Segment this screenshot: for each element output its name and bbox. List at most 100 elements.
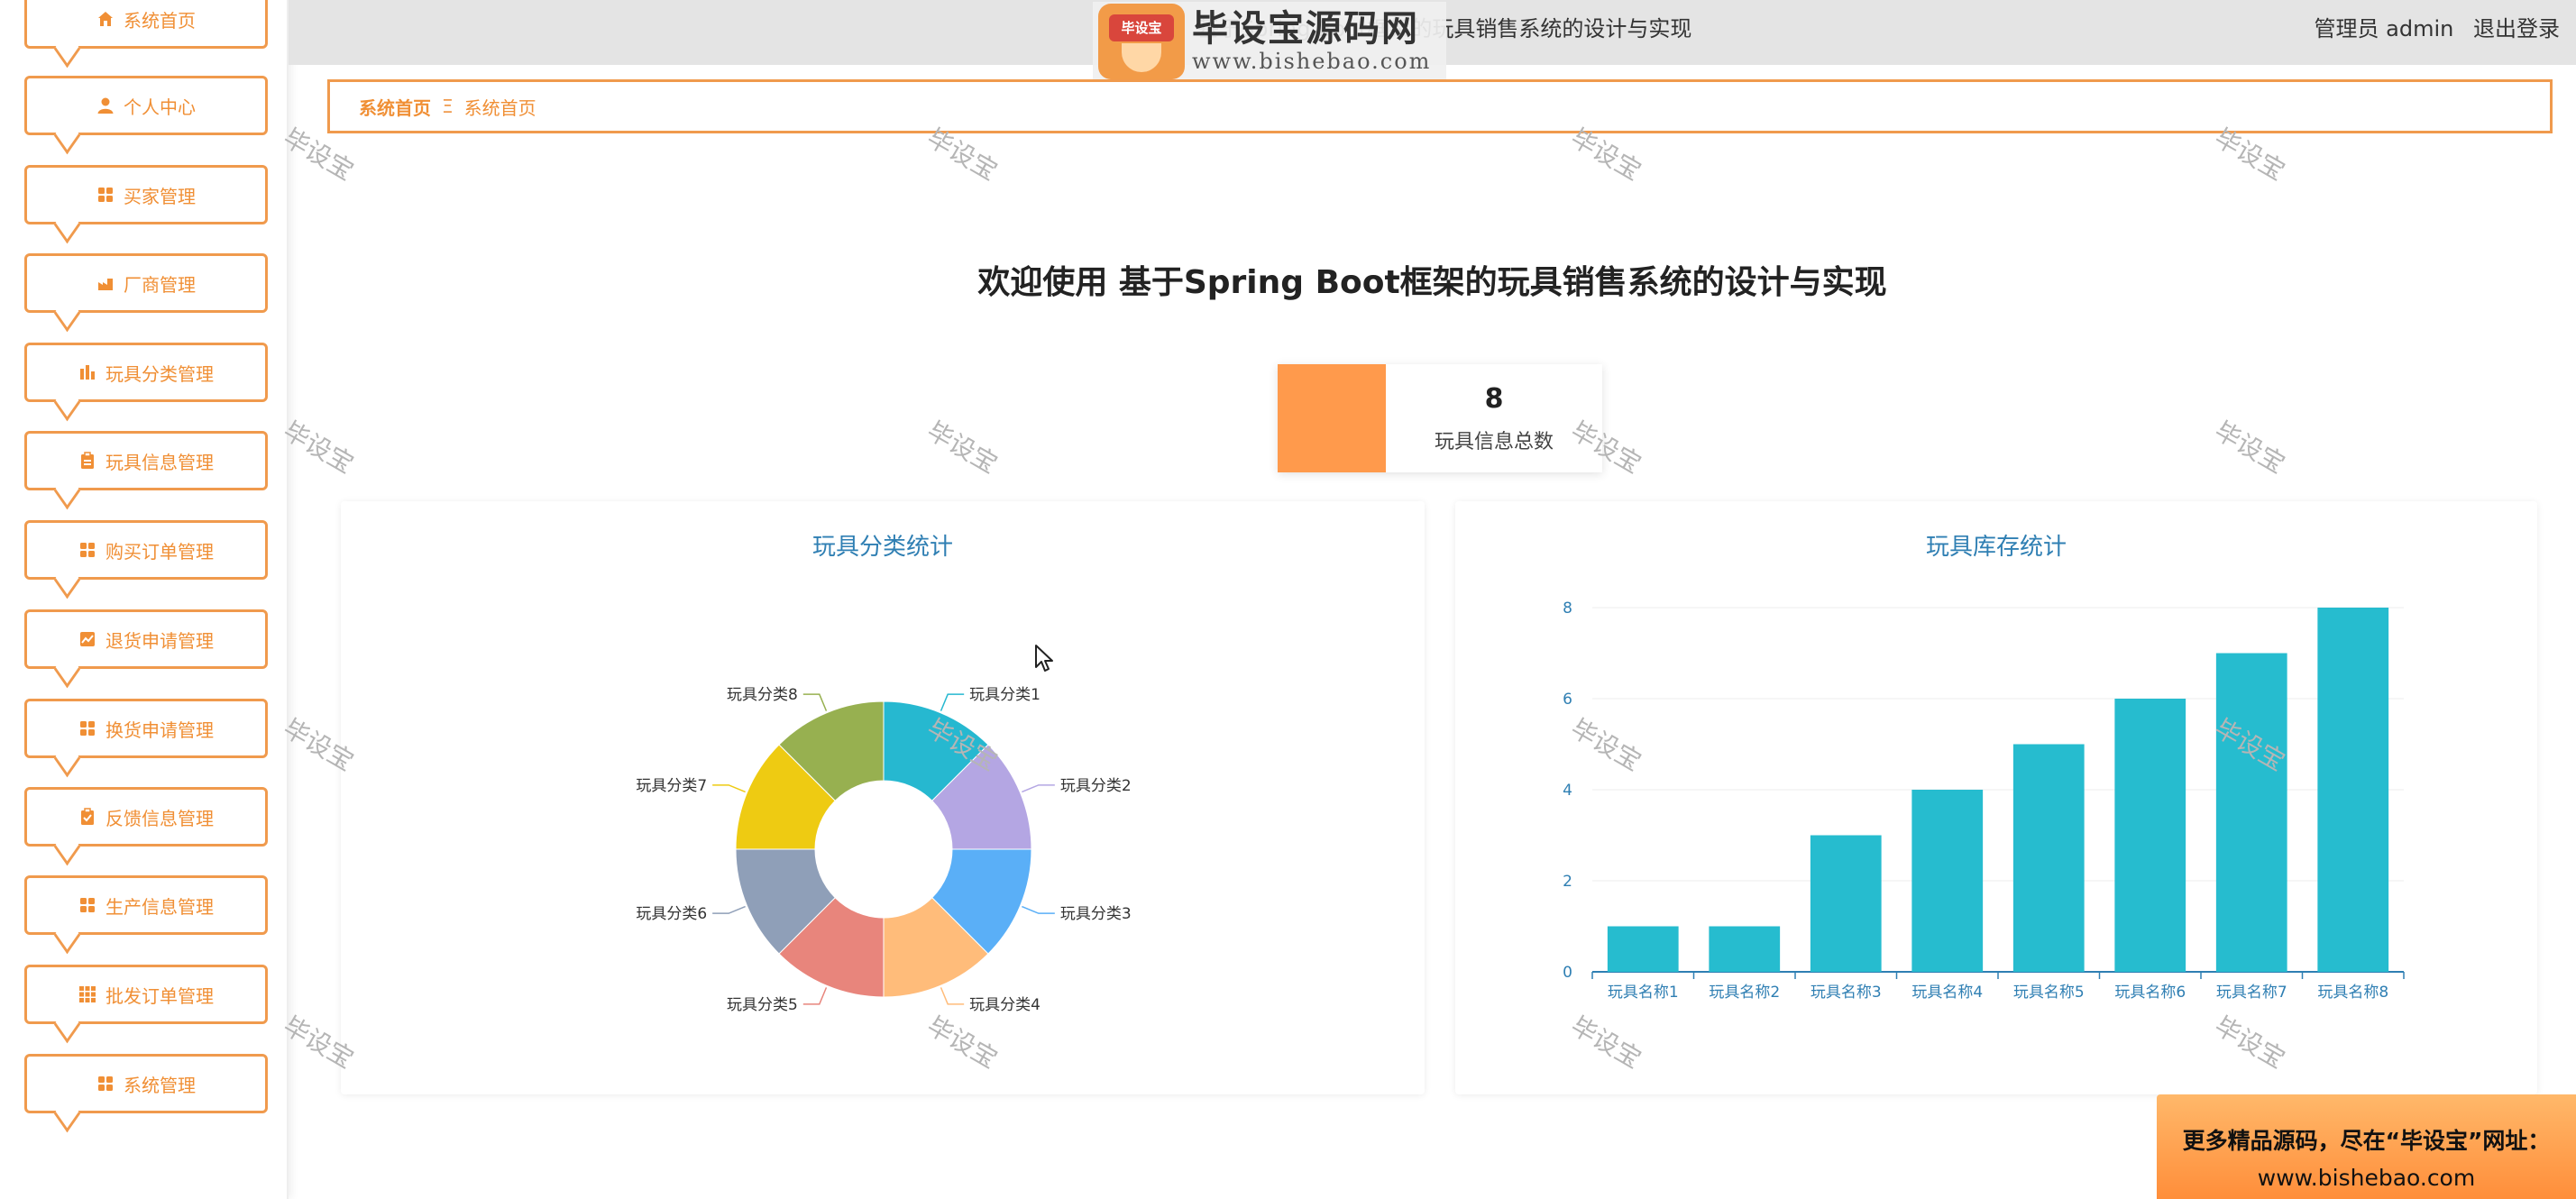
x-tick-label: 玩具名称3	[1811, 984, 1882, 1002]
watermark-text: 毕设宝	[921, 416, 1003, 480]
pie-label: 玩具分类3	[1060, 905, 1132, 923]
home-icon	[96, 10, 115, 28]
logo-main-text: 毕设宝源码网	[1192, 8, 1419, 50]
sidebar-item-11[interactable]: 生产信息管理	[24, 875, 268, 935]
bar[interactable]	[2114, 699, 2186, 972]
sidebar-item-label: 买家管理	[124, 185, 196, 207]
x-tick-label: 玩具名称2	[1709, 984, 1780, 1002]
welcome-heading: 欢迎使用 基于Spring Boot框架的玩具销售系统的设计与实现	[977, 264, 1887, 301]
x-tick-label: 玩具名称1	[1608, 984, 1679, 1002]
bar[interactable]	[2317, 608, 2389, 972]
pie-leader-line	[712, 784, 746, 793]
stat-label: 玩具信息总数	[1434, 430, 1554, 453]
grid-icon	[78, 896, 96, 914]
user-role-label: 管理员 admin	[2314, 16, 2454, 41]
stat-card-toy-count: 8 玩具信息总数	[1278, 364, 1602, 472]
grid-icon	[78, 541, 96, 559]
sidebar-item-4[interactable]: 厂商管理	[24, 253, 268, 313]
pie-leader-line	[940, 987, 965, 1005]
grid-icon	[78, 719, 96, 737]
bar[interactable]	[2215, 653, 2287, 973]
inventory-bar-panel: 玩具库存统计 0 2 4 6 8 玩具名称1 玩具名称2 玩具名称3 玩具名称4 玩具名称5 玩具名…	[1455, 501, 2537, 1094]
sidebar-item-label: 反馈信息管理	[105, 807, 214, 829]
x-tick-label: 玩具名称8	[2317, 984, 2388, 1002]
pie-leader-line	[940, 693, 965, 711]
sidebar-item-10[interactable]: 反馈信息管理	[24, 787, 268, 847]
pie-leader-line	[712, 905, 746, 914]
breadcrumb-separator-icon: Ξ	[442, 96, 454, 117]
logo-url-text: www.bishebao.com	[1192, 49, 1432, 74]
x-tick-label: 玩具名称4	[1911, 984, 1983, 1002]
pie-label: 玩具分类7	[636, 777, 707, 795]
sidebar-item-8[interactable]: 退货申请管理	[24, 609, 268, 669]
watermark-text: 毕设宝	[278, 416, 359, 480]
sidebar-item-label: 个人中心	[124, 96, 196, 118]
sidebar-item-2[interactable]: 个人中心	[24, 76, 268, 135]
sidebar-item-12[interactable]: 批发订单管理	[24, 965, 268, 1024]
breadcrumb-home[interactable]: 系统首页	[359, 94, 431, 120]
user-icon	[96, 96, 115, 114]
y-tick-label: 2	[1563, 873, 1572, 891]
category-pie-panel: 玩具分类统计 玩具分类1 玩具分类2 玩具分类3 玩具分类4 玩具分类5 玩具分类6 玩具分…	[341, 501, 1425, 1094]
pie-label: 玩具分类8	[727, 686, 798, 704]
line-chart-icon	[78, 630, 96, 648]
sidebar-item-13[interactable]: 系统管理	[24, 1054, 268, 1113]
y-tick-label: 8	[1563, 600, 1572, 618]
sidebar-item-label: 换货申请管理	[105, 718, 214, 741]
pie-leader-line	[1022, 784, 1055, 793]
bar[interactable]	[1911, 790, 1984, 972]
logo-badge-text: 毕设宝	[1109, 14, 1174, 41]
user-area: 管理员 admin 退出登录	[2302, 11, 2560, 42]
bar[interactable]	[1607, 926, 1679, 973]
sidebar-item-label: 系统管理	[124, 1074, 196, 1096]
sidebar: 系统首页个人中心买家管理厂商管理玩具分类管理 玩具信息管理购买订单管理退货申请管理…	[0, 0, 289, 1199]
sidebar-item-9[interactable]: 换货申请管理	[24, 699, 268, 758]
y-tick-label: 0	[1563, 964, 1572, 982]
inventory-bar-chart: 0 2 4 6 8 玩具名称1 玩具名称2 玩具名称3 玩具名称4 玩具名称5 玩具名称6 玩具名称7…	[1563, 600, 2405, 1002]
factory-icon	[96, 274, 115, 292]
promo-banner[interactable]: 更多精品源码，尽在“毕设宝”网址： www.bishebao.com	[2157, 1094, 2576, 1199]
sidebar-item-label: 退货申请管理	[105, 629, 214, 652]
y-tick-label: 6	[1563, 691, 1572, 709]
sidebar-item-label: 系统首页	[124, 9, 196, 32]
breadcrumb-current: 系统首页	[463, 96, 536, 119]
x-tick-label: 玩具名称6	[2114, 984, 2186, 1002]
pie-leader-line	[802, 693, 828, 711]
apps-icon	[78, 985, 96, 1003]
check-clipboard-icon	[78, 808, 96, 826]
pie-label: 玩具分类1	[969, 686, 1040, 704]
promo-line-1: 更多精品源码，尽在“毕设宝”网址：	[2182, 1128, 2551, 1154]
sidebar-item-3[interactable]: 买家管理	[24, 165, 268, 224]
promo-url: www.bishebao.com	[2257, 1165, 2476, 1191]
x-tick-label: 玩具名称5	[2013, 984, 2085, 1002]
y-tick-label: 4	[1563, 782, 1572, 800]
mouse-cursor-icon	[1035, 645, 1053, 672]
grid-icon	[96, 186, 115, 204]
pie-label: 玩具分类5	[727, 996, 798, 1014]
clipboard-icon	[78, 452, 96, 470]
pie-leader-line	[1022, 905, 1055, 914]
stat-value: 8	[1484, 382, 1504, 415]
bar[interactable]	[1709, 926, 1781, 973]
sidebar-item-7[interactable]: 购买订单管理	[24, 520, 268, 580]
sidebar-item-label: 批发订单管理	[105, 984, 214, 1007]
pie-leader-line	[802, 987, 828, 1005]
pie-label: 玩具分类6	[636, 905, 707, 923]
sidebar-item-label: 生产信息管理	[105, 895, 214, 918]
grid-icon	[96, 1075, 115, 1093]
sidebar-item-label: 玩具分类管理	[105, 362, 214, 385]
x-tick-label: 玩具名称7	[2216, 984, 2287, 1002]
sidebar-item-6[interactable]: 玩具信息管理	[24, 431, 268, 490]
watermark-text: 毕设宝	[2209, 416, 2290, 480]
logout-link[interactable]: 退出登录	[2473, 16, 2560, 41]
logo-badge-icon: 毕设宝	[1098, 4, 1185, 79]
sidebar-item-1[interactable]: 系统首页	[24, 0, 268, 49]
sidebar-item-label: 厂商管理	[124, 273, 196, 296]
bar[interactable]	[1810, 835, 1882, 973]
sidebar-item-label: 玩具信息管理	[105, 451, 214, 473]
breadcrumb: 系统首页 Ξ 系统首页	[327, 79, 2553, 133]
pie-label: 玩具分类2	[1060, 777, 1132, 795]
sidebar-item-5[interactable]: 玩具分类管理	[24, 343, 268, 402]
bar[interactable]	[2012, 744, 2085, 973]
category-pie-chart: 玩具分类1 玩具分类2 玩具分类3 玩具分类4 玩具分类5 玩具分类6 玩具分类7 玩具分类8	[636, 686, 1132, 1014]
